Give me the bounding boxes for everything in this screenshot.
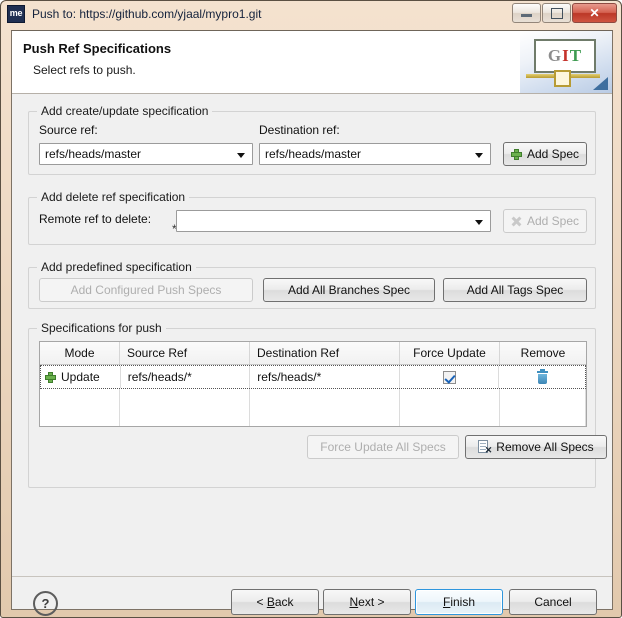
git-logo-t: T [569,46,583,65]
chevron-down-icon [475,220,483,225]
chevron-down-icon [237,153,245,158]
specs-for-push-legend: Specifications for push [37,321,166,335]
x-icon [511,216,522,227]
delete-ref-group: Add delete ref specification Remote ref … [28,190,596,245]
source-ref-label: Source ref: [39,123,98,137]
cell-empty [250,389,400,413]
plus-icon [45,371,56,383]
cell-empty [500,389,586,413]
force-update-all-specs-button: Force Update All Specs [307,435,459,459]
source-ref-combo[interactable]: refs/heads/master [39,143,253,165]
destination-ref-value: refs/heads/master [265,147,362,161]
git-logo-i: I [562,46,570,65]
header-banner: GIT [520,31,612,93]
add-spec-create-button[interactable]: Add Spec [503,142,587,166]
add-spec-delete-button: Add Spec [503,209,587,233]
page-subtitle: Select refs to push. [33,63,136,77]
footer-separator [12,576,612,577]
next-label: Next > [349,595,385,609]
finish-button[interactable]: Finish [415,589,503,615]
table-row-empty [40,389,586,413]
git-logo-g: G [547,46,563,65]
page-title: Push Ref Specifications [23,41,172,56]
chevron-down-icon [475,153,483,158]
delete-ref-legend: Add delete ref specification [37,190,190,204]
help-button[interactable]: ? [33,591,58,616]
add-configured-push-specs-button: Add Configured Push Specs [39,278,253,302]
cell-remove[interactable] [499,366,585,388]
help-label: ? [41,596,50,611]
banner-triangle-icon [593,77,608,90]
destination-ref-label: Destination ref: [259,123,340,137]
back-button[interactable]: < Back [231,589,319,615]
cell-empty [250,413,400,426]
add-spec-delete-label: Add Spec [526,214,580,228]
remove-all-specs-label: Remove All Specs [496,440,594,454]
force-update-checkbox[interactable] [442,370,456,384]
add-spec-create-label: Add Spec [526,147,580,161]
cell-mode-label: Update [61,370,100,384]
cell-mode: Update [41,366,121,388]
minimize-button[interactable] [512,3,541,23]
dialog-header: Push Ref Specifications Select refs to p… [12,31,612,94]
remove-all-specs-button[interactable]: ✕ Remove All Specs [465,435,607,459]
specs-table-header: Mode Source Ref Destination Ref Force Up… [40,342,586,365]
cell-empty [500,413,586,426]
add-all-tags-spec-label: Add All Tags Spec [466,283,564,297]
specs-table[interactable]: Mode Source Ref Destination Ref Force Up… [39,341,587,427]
cell-empty [400,413,500,426]
add-all-branches-spec-label: Add All Branches Spec [287,283,411,297]
add-all-branches-spec-button[interactable]: Add All Branches Spec [263,278,435,302]
git-logo-knob [554,70,571,87]
title-bar: me Push to: https://github.com/yjaal/myp… [1,1,621,27]
add-configured-push-specs-label: Add Configured Push Specs [70,283,222,297]
cell-empty [120,389,250,413]
cell-empty [40,413,120,426]
plus-icon [510,148,522,160]
maximize-icon [543,4,570,22]
cell-empty [120,413,250,426]
minimize-icon [513,4,540,22]
document-remove-icon: ✕ [478,440,492,455]
table-row-empty [40,413,586,426]
close-icon: ✕ [589,6,600,20]
next-button[interactable]: Next > [323,589,411,615]
column-header-mode[interactable]: Mode [40,342,120,364]
destination-ref-combo[interactable]: refs/heads/master [259,143,491,165]
finish-label: Finish [442,595,476,609]
cell-empty [400,389,500,413]
table-row[interactable]: Update refs/heads/* refs/heads/* [40,365,586,389]
add-all-tags-spec-button[interactable]: Add All Tags Spec [443,278,587,302]
column-header-remove[interactable]: Remove [500,342,586,364]
force-update-all-specs-label: Force Update All Specs [320,440,446,454]
cell-destination-ref: refs/heads/* [250,366,400,388]
cancel-button[interactable]: Cancel [509,589,597,615]
window-controls: ✕ [511,3,617,23]
cancel-label: Cancel [534,595,572,609]
window-title: Push to: https://github.com/yjaal/mypro1… [32,7,262,21]
app-icon: me [7,5,25,23]
cell-source-ref: refs/heads/* [121,366,251,388]
column-header-source-ref[interactable]: Source Ref [120,342,250,364]
dialog-client: Push Ref Specifications Select refs to p… [11,30,613,616]
create-update-legend: Add create/update specification [37,104,213,118]
dialog-window: me Push to: https://github.com/yjaal/myp… [0,0,622,618]
column-header-destination-ref[interactable]: Destination Ref [250,342,400,364]
cell-empty [40,389,120,413]
source-ref-value: refs/heads/master [45,147,142,161]
back-label: < Back [256,595,294,609]
specs-for-push-group: Specifications for push Mode Source Ref … [28,321,607,488]
remote-ref-combo[interactable] [176,210,491,232]
predefined-group: Add predefined specification Add Configu… [28,260,596,309]
git-logo-icon: GIT [534,39,596,73]
close-button[interactable]: ✕ [572,3,617,23]
maximize-button[interactable] [542,3,571,23]
cell-force-update[interactable] [400,366,500,388]
trash-icon[interactable] [536,368,548,384]
remote-ref-label: Remote ref to delete: [39,212,152,226]
create-update-group: Add create/update specification Source r… [28,104,596,175]
column-header-force-update[interactable]: Force Update [400,342,500,364]
predefined-legend: Add predefined specification [37,260,196,274]
